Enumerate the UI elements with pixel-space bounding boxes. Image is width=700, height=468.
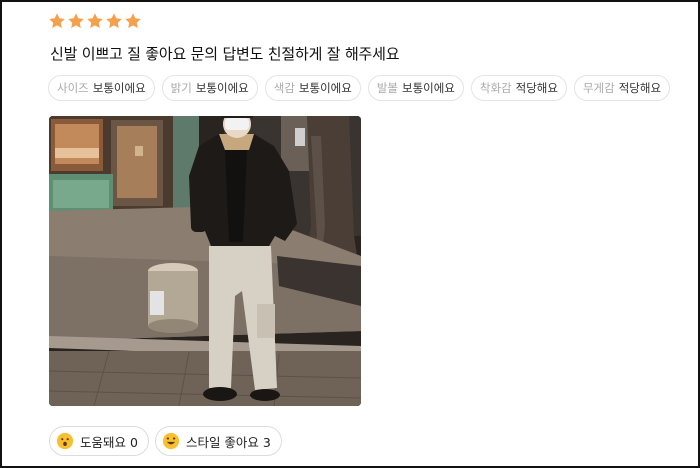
tag-brightness: 밝기 보통이에요 <box>161 75 258 101</box>
style-like-button[interactable]: 스타일 좋아요 3 <box>154 426 282 456</box>
tag-value: 보통이에요 <box>401 81 455 95</box>
helpful-button[interactable]: 도움돼요 0 <box>49 426 149 456</box>
star-icon <box>48 12 66 30</box>
review-card: 신발 이쁘고 질 좋아요 문의 답변도 친절하게 잘 해주세요 사이즈 보통이에… <box>0 0 700 468</box>
style-like-label: 스타일 좋아요 3 <box>185 434 271 450</box>
tag-value: 적당해요 <box>618 81 662 95</box>
tag-key: 밝기 <box>170 81 192 95</box>
tag-color: 색감 보통이에요 <box>264 75 361 101</box>
tag-value: 보통이에요 <box>298 81 352 95</box>
star-icon <box>86 12 104 30</box>
tag-key: 착화감 <box>479 81 512 95</box>
tag-key: 무게감 <box>582 81 615 95</box>
star-icon <box>67 12 85 30</box>
review-text: 신발 이쁘고 질 좋아요 문의 답변도 친절하게 잘 해주세요 <box>50 45 400 63</box>
tag-value: 보통이에요 <box>195 81 249 95</box>
helpful-label: 도움돼요 0 <box>80 434 138 450</box>
review-tags: 사이즈 보통이에요 밝기 보통이에요 색감 보통이에요 발볼 보통이에요 착화감… <box>48 75 671 101</box>
tag-key: 색감 <box>273 81 295 95</box>
tag-size: 사이즈 보통이에요 <box>48 75 155 101</box>
tag-key: 사이즈 <box>57 81 89 95</box>
review-photo[interactable] <box>49 116 361 406</box>
tag-foot-width: 발볼 보통이에요 <box>367 75 464 101</box>
star-icon <box>105 12 123 30</box>
tag-value: 보통이에요 <box>92 81 146 95</box>
star-rating <box>48 12 142 30</box>
review-photo-image <box>49 116 361 406</box>
tag-value: 적당해요 <box>515 81 558 95</box>
reactions: 도움돼요 0 스타일 좋아요 3 <box>49 426 282 456</box>
star-icon <box>124 12 142 30</box>
tag-comfort: 착화감 적당해요 <box>470 75 567 101</box>
surprised-face-icon <box>56 432 74 450</box>
tag-key: 발볼 <box>376 81 398 95</box>
grinning-face-icon <box>162 432 180 450</box>
tag-weight: 무게감 적당해요 <box>573 75 671 101</box>
